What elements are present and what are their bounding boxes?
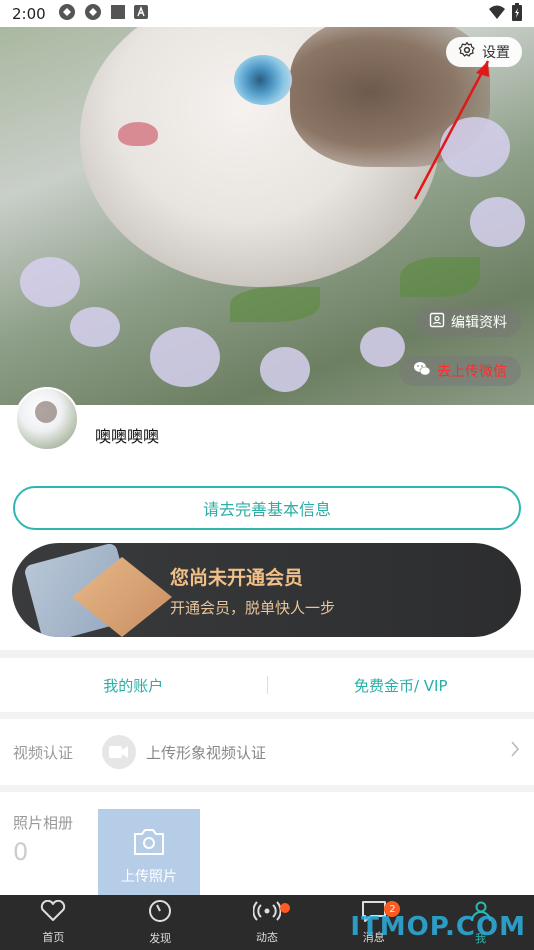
profile-card-icon — [429, 312, 445, 332]
tab-label: 动态 — [255, 931, 278, 944]
wifi-icon — [488, 4, 506, 24]
profile-section: 噢噢噢噢 请去完善基本信息 您尚未开通会员 开通会员，脱单快人一步 — [0, 387, 534, 650]
battery-icon — [512, 2, 522, 25]
watermark-logo: ITMOP.COM — [350, 912, 526, 942]
annotation-arrow — [413, 60, 490, 200]
free-coins-vip-link[interactable]: 免费金币/ VIP — [268, 675, 534, 696]
status-bar: 2:00 — [0, 0, 534, 27]
upload-photo-label: 上传照片 — [121, 868, 177, 885]
avatar-face — [35, 401, 57, 423]
heart-icon — [40, 899, 66, 925]
complete-info-button[interactable]: 请去完善基本信息 — [13, 486, 521, 530]
tab-discover[interactable]: 发现 — [107, 895, 214, 950]
photo-album-section: 照片相册 0 上传照片 — [0, 792, 534, 904]
nickname: 噢噢噢噢 — [95, 427, 160, 446]
profile-cover-image: 设置 编辑资料 去上传微信 — [0, 27, 534, 405]
chevron-right-icon — [510, 741, 520, 762]
video-verify-action: 上传形象视频认证 — [146, 744, 267, 762]
tab-home[interactable]: 首页 — [0, 895, 107, 950]
video-verify-label: 视频认证 — [13, 744, 74, 762]
video-camera-icon — [102, 735, 136, 769]
compass-icon — [148, 899, 172, 926]
tab-moments[interactable]: 动态 — [214, 895, 321, 950]
edit-profile-button[interactable]: 编辑资料 — [415, 307, 521, 337]
upload-wechat-label: 去上传微信 — [437, 364, 507, 380]
camera-icon — [132, 828, 166, 860]
album-label: 照片相册 — [13, 814, 74, 832]
tab-label: 发现 — [149, 932, 172, 945]
account-row: 我的账户 免费金币/ VIP — [0, 658, 534, 712]
edit-profile-label: 编辑资料 — [451, 315, 507, 331]
status-indicators — [488, 2, 522, 25]
tab-label: 首页 — [42, 931, 65, 944]
vip-banner[interactable]: 您尚未开通会员 开通会员，脱单快人一步 — [12, 543, 521, 637]
app-notification-icon — [58, 3, 76, 25]
profile-screen: 2:00 设置 编辑资料 去上传微信 噢噢噢噢 请去完善基本信息 您尚未开通会员… — [0, 0, 534, 950]
vip-title: 您尚未开通会员 — [170, 567, 304, 589]
upload-photo-button[interactable]: 上传照片 — [98, 809, 200, 904]
vip-subtitle: 开通会员，脱单快人一步 — [170, 599, 336, 617]
avatar[interactable] — [15, 387, 79, 451]
app-notification-icon — [84, 3, 102, 25]
video-verify-row[interactable]: 视频认证 上传形象视频认证 — [0, 719, 534, 785]
wechat-icon — [413, 361, 431, 381]
a-notification-icon — [133, 4, 148, 23]
square-notification-icon — [110, 4, 126, 24]
status-time: 2:00 — [12, 4, 46, 23]
my-account-link[interactable]: 我的账户 — [0, 675, 267, 696]
broadcast-icon — [252, 900, 282, 925]
album-count: 0 — [13, 838, 29, 866]
new-dot-badge — [279, 903, 290, 913]
upload-wechat-button[interactable]: 去上传微信 — [399, 356, 521, 386]
